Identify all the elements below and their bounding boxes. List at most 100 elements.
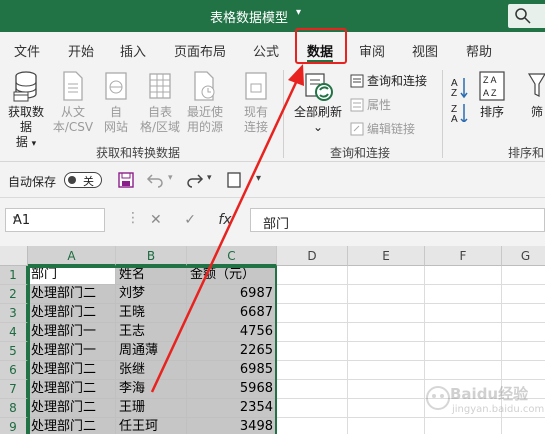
tab-review[interactable]: 审阅 [359, 41, 385, 60]
row-header[interactable]: 9 [0, 418, 28, 434]
column-header-b[interactable]: B [116, 246, 187, 266]
formula-row: A1 ▾ ⋮ ✕ ✓ fx 部门 [0, 198, 545, 246]
filter-button[interactable]: 筛 [526, 70, 545, 120]
window-title[interactable]: 表格数据模型 [210, 7, 288, 26]
table-cell[interactable]: 处理部门二 [28, 399, 116, 418]
table-cell[interactable]: 王志 [116, 323, 187, 342]
recent-sources-button[interactable]: 最近使 用的源 [184, 70, 226, 135]
table-cell[interactable]: 王珊 [116, 399, 187, 418]
table-cell[interactable]: 3498 [187, 418, 277, 434]
table-cell[interactable]: 2354 [187, 399, 277, 418]
row-header[interactable]: 5 [0, 342, 28, 361]
table-cell[interactable]: 周通薄 [116, 342, 187, 361]
new-file-icon[interactable] [227, 172, 241, 188]
name-box-dropdown-icon[interactable]: ▾ [13, 214, 99, 224]
column-header-a[interactable]: A [28, 246, 116, 266]
table-cell[interactable]: 处理部门一 [28, 342, 116, 361]
get-data-sub: 据 [15, 135, 32, 149]
edit-links-button[interactable]: 编辑链接 [350, 120, 415, 137]
toggle-knob [68, 176, 76, 184]
table-icon [149, 73, 171, 99]
row-header[interactable]: 3 [0, 304, 28, 323]
redo-icon[interactable] [186, 172, 204, 188]
row-header[interactable]: 7 [0, 380, 28, 399]
column-header-g[interactable]: G [502, 246, 545, 266]
table-cell[interactable]: 李海 [116, 380, 187, 399]
table-cell[interactable]: 处理部门二 [28, 380, 116, 399]
customize-qat-icon[interactable]: ▾ [256, 173, 261, 184]
tab-help[interactable]: 帮助 [466, 41, 492, 60]
from-web-button[interactable]: 自 网站 [100, 70, 132, 135]
tab-formulas[interactable]: 公式 [253, 41, 279, 60]
cancel-icon[interactable]: ✕ [150, 212, 162, 228]
row-header[interactable]: 8 [0, 399, 28, 418]
tab-view[interactable]: 视图 [412, 41, 438, 60]
sort-button[interactable]: Z A A Z 排序 [476, 70, 508, 120]
header-cell[interactable]: 姓名 [116, 266, 187, 285]
formula-bar[interactable]: 部门 [250, 208, 545, 232]
name-box[interactable]: A1 ▾ [5, 208, 105, 232]
table-cell[interactable]: 处理部门二 [28, 418, 116, 434]
tab-file[interactable]: 文件 [14, 41, 40, 60]
refresh-all-button[interactable]: 全部刷新 ⌄ [288, 70, 348, 135]
from-text-csv-button[interactable]: 从文 本/CSV [52, 70, 94, 135]
ribbon-tabs: 文件 开始 插入 页面布局 公式 数据 审阅 视图 帮助 [0, 32, 545, 64]
table-cell[interactable]: 6987 [187, 285, 277, 304]
from-table-label: 自表 [147, 105, 172, 119]
header-cell[interactable]: 金额（元） [187, 266, 277, 285]
existing-label: 现有 [243, 105, 268, 119]
edit-links-icon [350, 122, 364, 136]
existing-connections-button[interactable]: 现有 连接 [240, 70, 272, 135]
table-cell[interactable]: 处理部门二 [28, 304, 116, 323]
queries-icon [350, 74, 364, 88]
redo-dropdown-icon[interactable]: ▾ [207, 173, 212, 183]
edit-links-label: 编辑链接 [367, 122, 416, 136]
table-cell[interactable]: 6687 [187, 304, 277, 323]
row-header[interactable]: 4 [0, 323, 28, 342]
queries-connections-button[interactable]: 查询和连接 [350, 72, 427, 89]
column-header-d[interactable]: D [277, 246, 348, 266]
more-icon: ⋮ [126, 210, 140, 226]
table-cell[interactable]: 6985 [187, 361, 277, 380]
row-header[interactable]: 2 [0, 285, 28, 304]
table-cell[interactable]: 张继 [116, 361, 187, 380]
insert-function-button[interactable]: fx [218, 212, 231, 228]
table-cell[interactable]: 处理部门一 [28, 323, 116, 342]
from-web-label: 自 [109, 105, 122, 119]
column-header-f[interactable]: F [425, 246, 502, 266]
column-header-c[interactable]: C [187, 246, 277, 266]
svg-text:Z: Z [451, 88, 457, 99]
title-caret-icon[interactable]: ▾ [296, 7, 301, 18]
filter-label: 筛 [530, 105, 543, 119]
table-cell[interactable]: 4756 [187, 323, 277, 342]
search-button[interactable] [508, 4, 545, 28]
autosave-toggle[interactable]: 关 [64, 172, 102, 188]
table-cell[interactable]: 刘梦 [116, 285, 187, 304]
enter-icon[interactable]: ✓ [184, 212, 196, 228]
group-label-sort: 排序和 [508, 146, 545, 160]
header-cell[interactable]: 部门 [28, 266, 116, 285]
existing-connections-icon [245, 72, 267, 100]
table-cell[interactable]: 王晓 [116, 304, 187, 323]
properties-button[interactable]: 属性 [350, 96, 391, 113]
table-cell[interactable]: 处理部门二 [28, 285, 116, 304]
undo-dropdown-icon[interactable]: ▾ [168, 173, 173, 183]
tab-page-layout[interactable]: 页面布局 [174, 41, 226, 60]
table-cell[interactable]: 处理部门二 [28, 361, 116, 380]
row-header[interactable]: 1 [0, 266, 28, 285]
tab-insert[interactable]: 插入 [120, 41, 146, 60]
from-table-range-button[interactable]: 自表 格/区域 [138, 70, 182, 135]
table-cell[interactable]: 2265 [187, 342, 277, 361]
sort-icon: Z A A Z [479, 71, 505, 101]
undo-icon[interactable] [146, 172, 164, 188]
sort-az-button[interactable]: A Z Z A [446, 74, 472, 126]
column-header-e[interactable]: E [348, 246, 425, 266]
select-all-corner[interactable] [0, 246, 28, 266]
save-icon[interactable] [118, 172, 134, 188]
title-bar: 表格数据模型 ▾ [0, 0, 545, 32]
table-cell[interactable]: 5968 [187, 380, 277, 399]
row-header[interactable]: 6 [0, 361, 28, 380]
table-cell[interactable]: 任王珂 [116, 418, 187, 434]
tab-home[interactable]: 开始 [68, 41, 94, 60]
get-data-button[interactable]: 获取数据 据 ▾ [6, 70, 46, 152]
